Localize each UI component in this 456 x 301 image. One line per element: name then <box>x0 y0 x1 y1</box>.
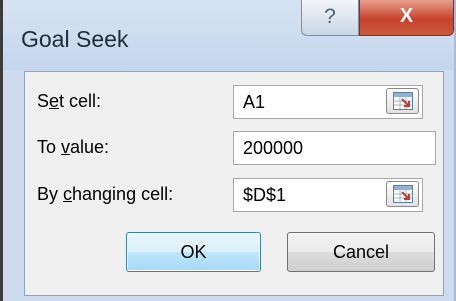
close-icon: X <box>399 5 414 27</box>
cancel-button-label: Cancel <box>332 242 390 262</box>
set-cell-value: A1 <box>243 92 266 112</box>
changing-cell-range-button[interactable] <box>386 181 419 207</box>
changing-cell-label: By changing cell: <box>37 184 174 204</box>
title-bar-buttons: ? X <box>301 0 454 38</box>
dialog-body: Set cell: A1 To value: 200000 By changin… <box>24 71 444 296</box>
help-icon: ? <box>324 5 336 28</box>
ok-button-label: OK <box>180 242 207 262</box>
help-button[interactable]: ? <box>301 0 359 36</box>
to-value-value: 200000 <box>243 138 304 158</box>
changing-cell-value: $D$1 <box>243 185 287 205</box>
to-value-label: To value: <box>37 137 110 157</box>
dialog-title: Goal Seek <box>21 26 129 52</box>
cancel-button[interactable]: Cancel <box>287 232 435 272</box>
set-cell-range-button[interactable] <box>386 88 419 114</box>
screen: Goal Seek ? X Set cell: A1 To value: 200… <box>0 0 456 301</box>
goal-seek-dialog: Goal Seek ? X Set cell: A1 To value: 200… <box>3 0 456 301</box>
ok-button[interactable]: OK <box>126 232 261 272</box>
close-button[interactable]: X <box>359 0 454 36</box>
set-cell-label: Set cell: <box>37 91 102 111</box>
title-bar[interactable]: Goal Seek ? X <box>3 0 454 70</box>
to-value-input[interactable]: 200000 <box>233 131 436 165</box>
range-select-icon <box>393 92 413 110</box>
range-select-icon <box>393 185 413 203</box>
